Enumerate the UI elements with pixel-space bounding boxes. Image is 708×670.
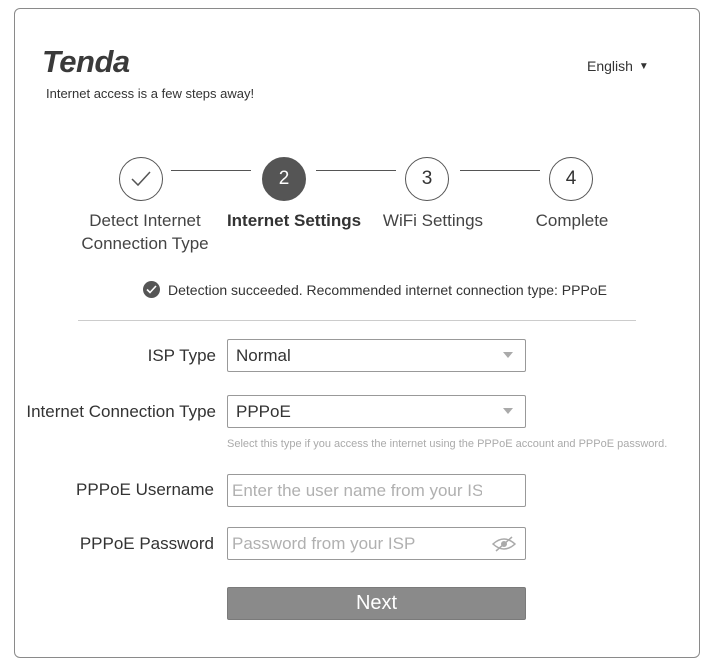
language-selector[interactable]: English ▼ xyxy=(587,58,649,74)
isp-type-value: Normal xyxy=(236,345,291,365)
step-connector-1 xyxy=(171,170,251,171)
step-1-label-line1: Detect Internet xyxy=(89,211,201,230)
password-field[interactable] xyxy=(227,527,526,560)
step-2-circle: 2 xyxy=(262,157,306,201)
connection-type-label: Internet Connection Type xyxy=(26,402,216,421)
step-1-label-line2: Connection Type xyxy=(81,234,209,253)
tenda-logo: Tenda xyxy=(42,44,130,79)
step-connector-2 xyxy=(316,170,396,171)
password-input[interactable] xyxy=(232,533,482,554)
detection-message: Detection succeeded. Recommended interne… xyxy=(168,281,607,298)
step-1-check-icon xyxy=(119,157,163,201)
connection-type-select[interactable]: PPPoE xyxy=(227,395,526,428)
dropdown-arrow-icon xyxy=(503,352,513,358)
dropdown-arrow-icon xyxy=(503,408,513,414)
check-circle-icon xyxy=(143,281,160,298)
step-4-circle: 4 xyxy=(549,157,593,201)
isp-type-label: ISP Type xyxy=(147,346,216,365)
isp-type-select[interactable]: Normal xyxy=(227,339,526,372)
step-3-label: WiFi Settings xyxy=(382,211,484,230)
connection-type-hint: Select this type if you access the inter… xyxy=(227,438,668,450)
step-4-label: Complete xyxy=(535,211,609,230)
language-label: English xyxy=(587,58,633,74)
detection-status: Detection succeeded. Recommended interne… xyxy=(143,281,607,298)
username-label: PPPoE Username xyxy=(76,480,214,499)
step-1-label: Detect Internet Connection Type xyxy=(70,209,220,255)
eye-slash-icon[interactable] xyxy=(491,536,517,557)
password-label: PPPoE Password xyxy=(79,534,214,553)
connection-type-value: PPPoE xyxy=(236,401,291,421)
username-input[interactable] xyxy=(232,480,482,501)
next-button[interactable]: Next xyxy=(227,587,526,620)
divider xyxy=(78,320,636,321)
setup-wizard-panel xyxy=(14,8,700,658)
step-2-label: Internet Settings xyxy=(226,211,362,230)
caret-down-icon: ▼ xyxy=(638,60,649,72)
tagline: Internet access is a few steps away! xyxy=(46,86,255,101)
step-connector-3 xyxy=(460,170,540,171)
step-3-circle: 3 xyxy=(405,157,449,201)
username-field[interactable] xyxy=(227,474,526,507)
